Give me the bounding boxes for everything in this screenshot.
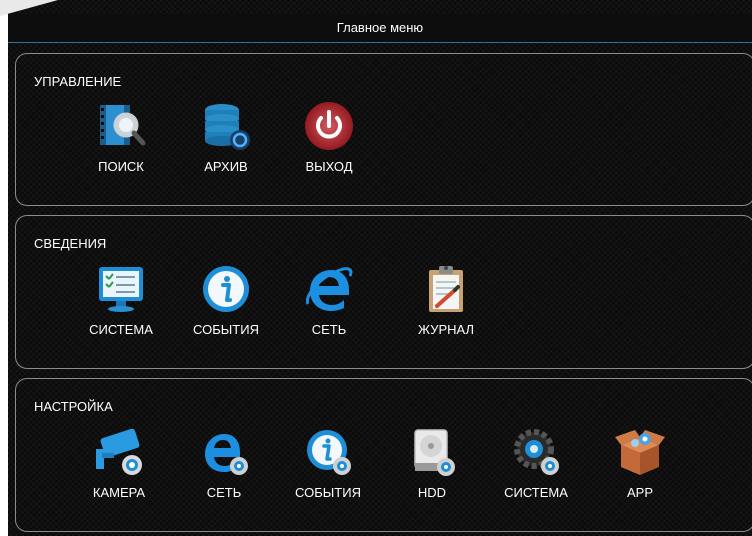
group-label-settings: НАСТРОЙКА bbox=[34, 399, 113, 414]
menu-item-label: ПОИСК bbox=[98, 159, 144, 174]
search-film-icon bbox=[96, 101, 146, 151]
menu-item-network-settings[interactable]: СЕТЬ bbox=[174, 427, 274, 507]
network-settings-icon bbox=[199, 427, 249, 477]
info-icon bbox=[201, 264, 251, 314]
menu-item-camera[interactable]: КАМЕРА bbox=[69, 427, 169, 507]
menu-item-label: СОБЫТИЯ bbox=[193, 322, 259, 337]
menu-item-archive[interactable]: АРХИВ bbox=[176, 101, 276, 181]
menu-item-label: СЕТЬ bbox=[311, 322, 347, 337]
clipboard-log-icon bbox=[421, 264, 471, 314]
group-label-management: УПРАВЛЕНИЕ bbox=[34, 74, 122, 89]
menu-item-label: КАМЕРА bbox=[92, 485, 146, 500]
group-label-information: СВЕДЕНИЯ bbox=[34, 236, 107, 251]
hdd-icon bbox=[407, 427, 457, 477]
menu-item-label: СИСТЕМА bbox=[504, 485, 568, 500]
camera-settings-icon bbox=[94, 427, 144, 477]
menu-item-system-settings[interactable]: СИСТЕМА bbox=[486, 427, 586, 507]
menu-item-exit[interactable]: ВЫХОД bbox=[279, 101, 379, 181]
menu-item-label: ВЫХОД bbox=[305, 159, 353, 174]
menu-item-label: СЕТЬ bbox=[206, 485, 242, 500]
menu-item-label: СИСТЕМА bbox=[89, 322, 153, 337]
menu-item-events-info[interactable]: СОБЫТИЯ bbox=[176, 264, 276, 344]
menu-item-label: СОБЫТИЯ bbox=[295, 485, 361, 500]
menu-item-app[interactable]: APP bbox=[590, 427, 690, 507]
menu-item-network-info[interactable]: СЕТЬ bbox=[279, 264, 379, 344]
group-management: УПРАВЛЕНИЕ ПОИСК АРХИВ ВЫХОД bbox=[15, 53, 752, 206]
internet-e-icon bbox=[304, 264, 354, 314]
title-bar: Главное меню bbox=[8, 14, 752, 43]
events-settings-icon bbox=[303, 427, 353, 477]
menu-item-label: ЖУРНАЛ bbox=[417, 322, 475, 337]
menu-item-label: HDD bbox=[417, 485, 447, 500]
menu-item-label: АРХИВ bbox=[204, 159, 248, 174]
menu-item-label: APP bbox=[626, 485, 653, 500]
page-title: Главное меню bbox=[336, 20, 424, 35]
system-settings-icon bbox=[511, 427, 561, 477]
group-settings: НАСТРОЙКА КАМЕРА СЕТЬ СОБЫТИЯ HDD СИСТЕМ… bbox=[15, 378, 752, 532]
group-information: СВЕДЕНИЯ СИСТЕМА СОБЫТИЯ СЕТЬ ЖУРНАЛ bbox=[15, 215, 752, 369]
database-backup-icon bbox=[201, 101, 251, 151]
main-menu-screen: Главное меню УПРАВЛЕНИЕ ПОИСК АРХИВ ВЫХО… bbox=[0, 0, 752, 536]
menu-item-search[interactable]: ПОИСК bbox=[71, 101, 171, 181]
menu-item-events-settings[interactable]: СОБЫТИЯ bbox=[278, 427, 378, 507]
power-icon bbox=[304, 101, 354, 151]
monitor-checklist-icon bbox=[96, 264, 146, 314]
left-edge-strip bbox=[0, 14, 8, 536]
app-box-icon bbox=[615, 427, 665, 477]
menu-item-log[interactable]: ЖУРНАЛ bbox=[396, 264, 496, 344]
corner-fold bbox=[0, 0, 58, 16]
menu-item-hdd[interactable]: HDD bbox=[382, 427, 482, 507]
menu-item-system-info[interactable]: СИСТЕМА bbox=[71, 264, 171, 344]
